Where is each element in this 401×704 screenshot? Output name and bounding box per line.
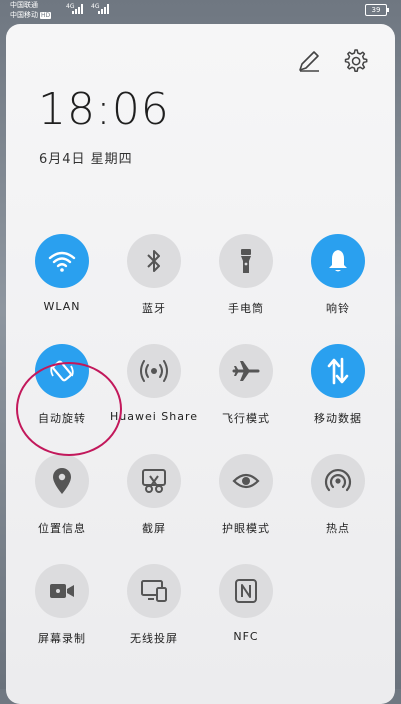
signal-bars-icon	[72, 4, 83, 14]
tile-label: WLAN	[43, 300, 81, 313]
clock-time: 18:06	[38, 84, 170, 135]
data-arrows-icon	[327, 357, 349, 385]
tile-label: 截屏	[142, 522, 166, 535]
tile-label: 响铃	[326, 302, 350, 315]
nfc-toggle[interactable]	[219, 564, 273, 618]
projection-icon	[141, 580, 167, 602]
hotspot-icon	[324, 468, 352, 492]
bluetooth-toggle[interactable]	[127, 234, 181, 288]
tile-flashlight[interactable]: 手电筒	[200, 234, 292, 334]
nfc-icon	[235, 579, 257, 603]
airplane-toggle[interactable]	[219, 344, 273, 398]
tile-huawei-share[interactable]: Huawei Share	[108, 344, 200, 444]
tile-eye-comfort[interactable]: 护眼模式	[200, 454, 292, 554]
tile-label: 屏幕录制	[38, 632, 86, 645]
flashlight-toggle[interactable]	[219, 234, 273, 288]
tile-label: 位置信息	[38, 522, 86, 535]
battery-indicator: 39	[365, 4, 389, 16]
tile-label: 护眼模式	[222, 522, 270, 535]
auto-rotate-toggle[interactable]	[35, 344, 89, 398]
tile-label: 手电筒	[228, 302, 264, 315]
huawei-share-toggle[interactable]	[127, 344, 181, 398]
tile-auto-rotate[interactable]: 自动旋转	[16, 344, 108, 444]
location-pin-icon	[53, 468, 71, 494]
wifi-icon	[48, 251, 76, 272]
carrier-1: 中国联通	[10, 1, 38, 9]
screenshot-toggle[interactable]	[127, 454, 181, 508]
location-toggle[interactable]	[35, 454, 89, 508]
hotspot-toggle[interactable]	[311, 454, 365, 508]
carrier-2-label: 中国移动	[10, 11, 38, 19]
signal-bars-icon	[98, 4, 109, 14]
eye-comfort-toggle[interactable]	[219, 454, 273, 508]
eye-icon	[232, 473, 260, 489]
wireless-projection-toggle[interactable]	[127, 564, 181, 618]
tile-label: NFC	[233, 630, 259, 643]
tile-label: 无线投屏	[130, 632, 178, 645]
tile-ringer[interactable]: 响铃	[292, 234, 384, 334]
settings-button[interactable]	[340, 46, 370, 76]
tile-hotspot[interactable]: 热点	[292, 454, 384, 554]
bell-icon	[329, 250, 347, 272]
tile-label: 自动旋转	[38, 412, 86, 425]
tile-label: 飞行模式	[222, 412, 270, 425]
tile-wlan[interactable]: WLAN	[16, 234, 108, 334]
carrier-2: 中国移动 HD	[10, 11, 52, 19]
rotate-icon	[50, 360, 74, 382]
tile-mobile-data[interactable]: 移动数据	[292, 344, 384, 444]
wlan-toggle[interactable]	[35, 234, 89, 288]
tile-location[interactable]: 位置信息	[16, 454, 108, 554]
pencil-icon	[299, 51, 319, 72]
screen-record-toggle[interactable]	[35, 564, 89, 618]
gear-icon	[344, 49, 368, 72]
screenshot-scissors-icon	[142, 469, 166, 493]
tile-wireless-projection[interactable]: 无线投屏	[108, 564, 200, 664]
tile-label: Huawei Share	[109, 410, 199, 423]
date-label: 6月4日 星期四	[39, 152, 133, 167]
status-bar: 中国联通 中国移动 HD 4G 4G 39	[0, 0, 401, 22]
tile-airplane[interactable]: 飞行模式	[200, 344, 292, 444]
tile-screen-record[interactable]: 屏幕录制	[16, 564, 108, 664]
hd-badge: HD	[40, 12, 52, 19]
share-signal-icon	[140, 360, 168, 382]
tile-label: 移动数据	[314, 412, 362, 425]
airplane-icon	[232, 361, 260, 381]
flashlight-icon	[241, 249, 251, 273]
ringer-toggle[interactable]	[311, 234, 365, 288]
mobile-data-toggle[interactable]	[311, 344, 365, 398]
tile-screenshot[interactable]: 截屏	[108, 454, 200, 554]
tile-bluetooth[interactable]: 蓝牙	[108, 234, 200, 334]
bluetooth-icon	[147, 250, 160, 272]
quick-settings-panel: 18:06 6月4日 星期四 WLAN 蓝牙 手电筒 响铃 自动旋转 Huawe…	[6, 24, 395, 704]
edit-button[interactable]	[294, 46, 324, 76]
tile-label: 蓝牙	[142, 302, 166, 315]
tile-label: 热点	[326, 522, 350, 535]
tile-nfc[interactable]: NFC	[200, 564, 292, 664]
video-camera-icon	[50, 584, 74, 598]
